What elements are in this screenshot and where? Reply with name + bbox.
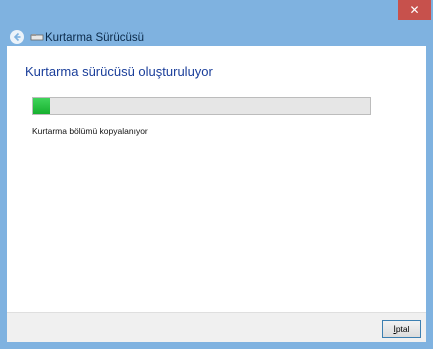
progress-bar [32, 97, 371, 115]
title-bar: ✕ Kurtarma Sürücüsü [0, 0, 433, 46]
cancel-label: ptal [395, 324, 410, 334]
footer-bar [7, 312, 426, 342]
progress-fill [33, 98, 50, 114]
close-icon: ✕ [409, 3, 420, 17]
window-title: Kurtarma Sürücüsü [45, 32, 145, 44]
content-panel [7, 46, 426, 312]
back-arrow-icon [13, 32, 21, 42]
back-button[interactable] [10, 30, 24, 44]
close-button[interactable]: ✕ [398, 0, 431, 20]
usb-drive-icon [30, 34, 44, 41]
page-heading: Kurtarma sürücüsü oluşturuluyor [25, 64, 213, 79]
cancel-button[interactable]: İptal [382, 320, 421, 338]
recovery-drive-window: ✕ Kurtarma Sürücüsü Kurtarma sürücüsü ol… [0, 0, 433, 349]
status-text: Kurtarma bölümü kopyalanıyor [32, 126, 148, 136]
